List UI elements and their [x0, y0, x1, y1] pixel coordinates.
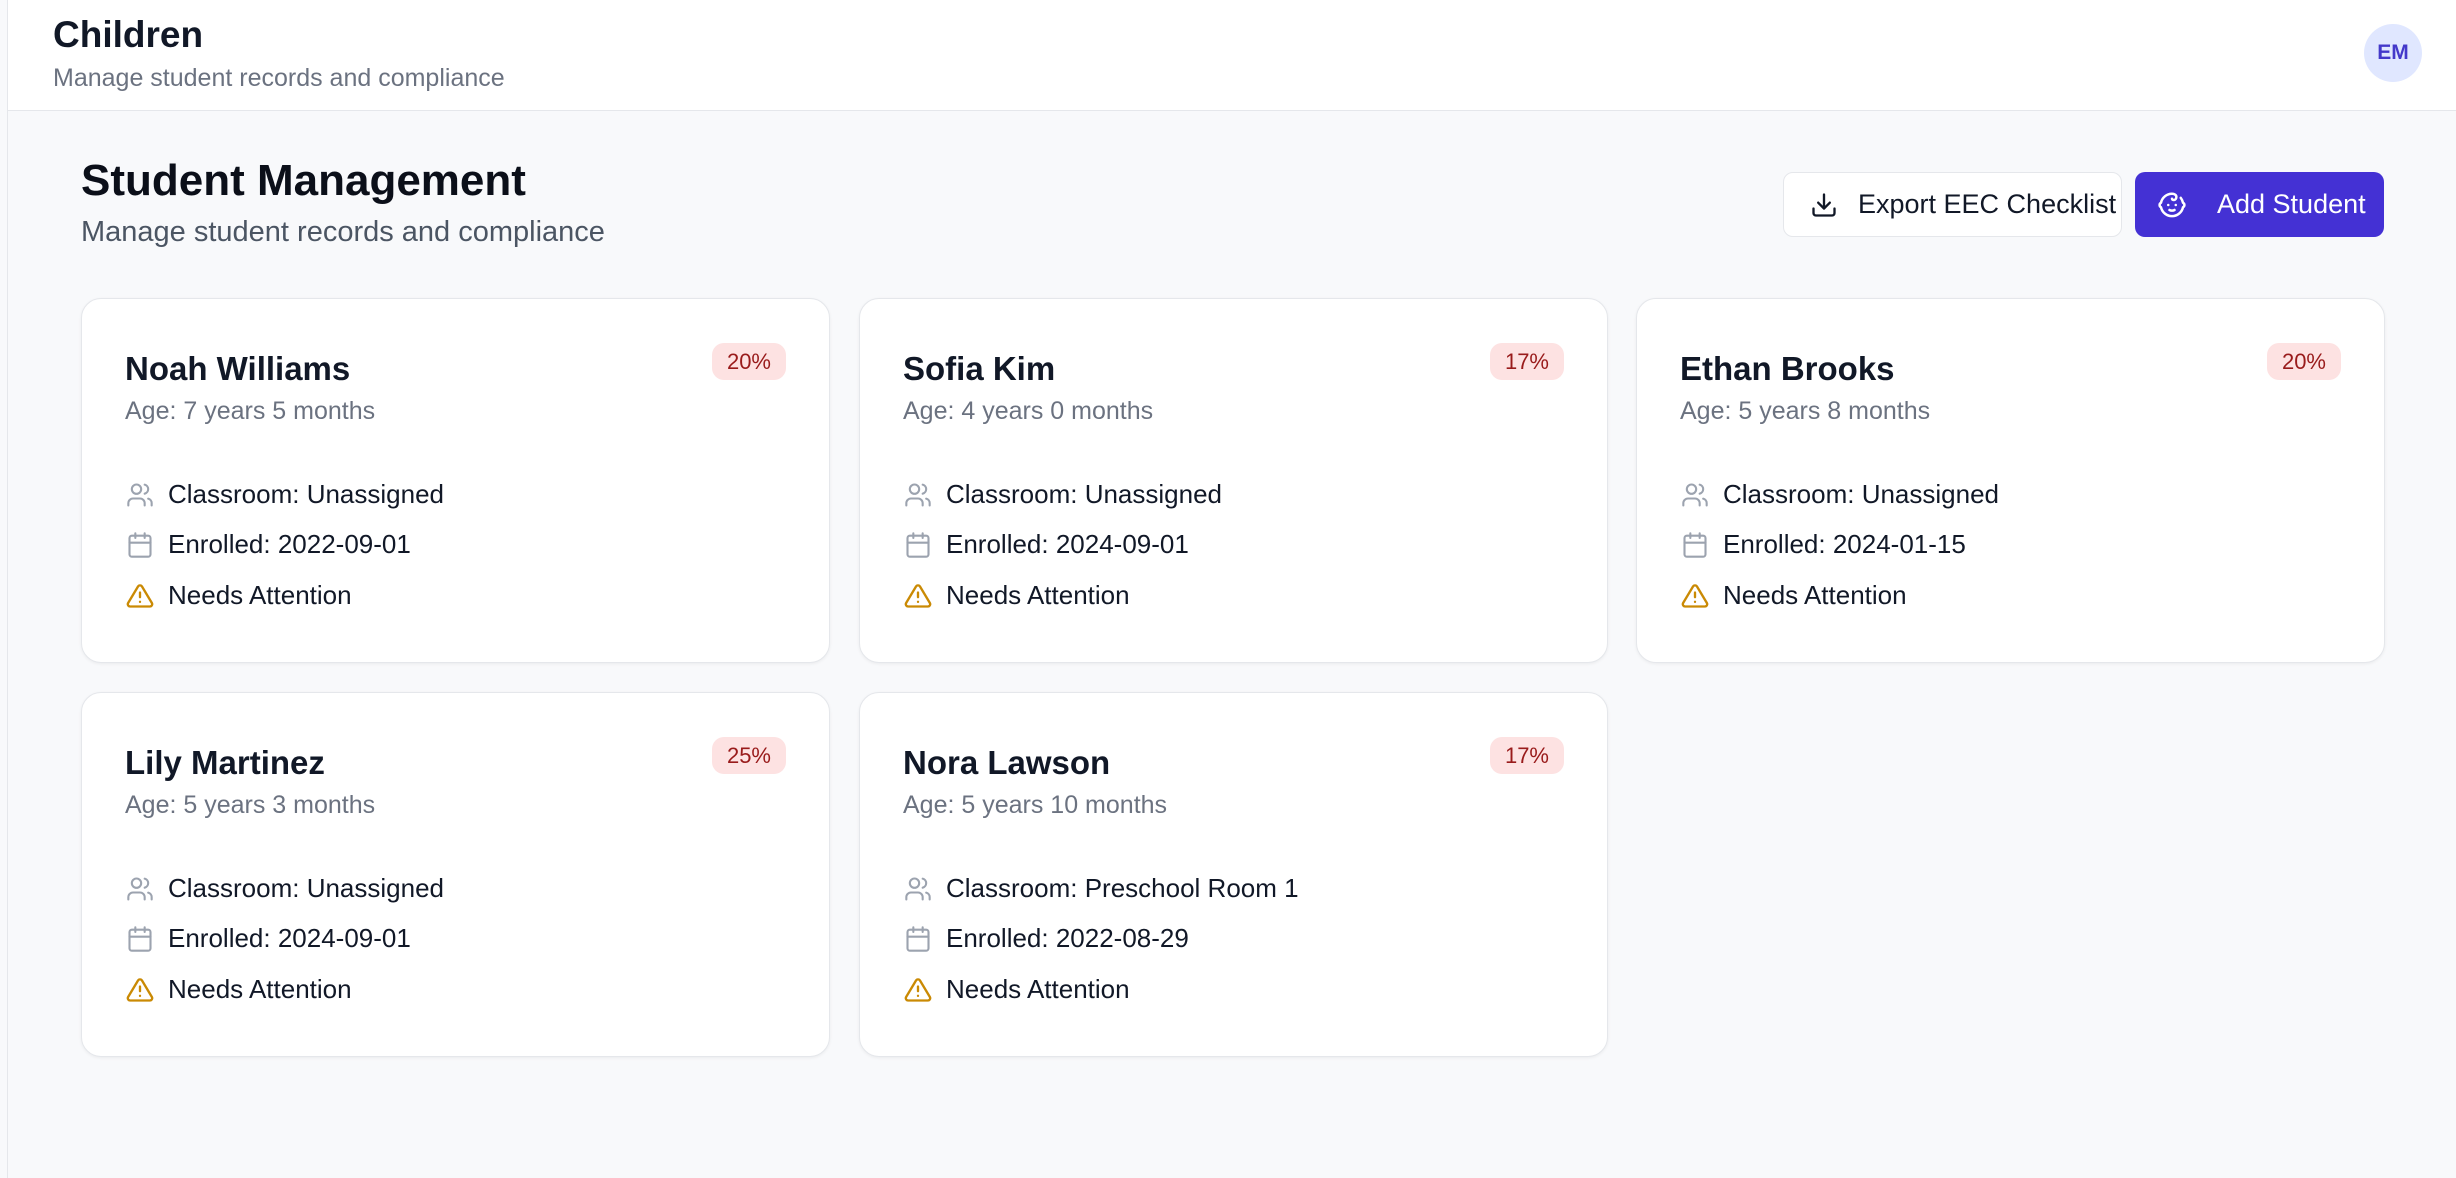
header-subtitle: Manage student records and compliance	[53, 64, 505, 92]
add-student-label: Add Student	[2217, 189, 2366, 219]
enrolled-text: Enrolled: 2022-08-29	[946, 923, 1189, 953]
calendar-icon	[125, 530, 155, 560]
student-name: Lily Martinez	[125, 744, 325, 781]
export-eec-checklist-button[interactable]: Export EEC Checklist	[1783, 172, 2122, 237]
enrolled-row: Enrolled: 2022-09-01	[125, 529, 411, 560]
student-card[interactable]: Ethan Brooks Age: 5 years 8 months 20% C…	[1636, 298, 2385, 663]
enrolled-text: Enrolled: 2024-01-15	[1723, 529, 1966, 559]
status-row: Needs Attention	[125, 974, 352, 1005]
warning-icon	[903, 581, 933, 611]
users-icon	[1680, 480, 1710, 510]
status-text: Needs Attention	[168, 974, 352, 1004]
warning-icon	[1680, 581, 1710, 611]
student-age: Age: 7 years 5 months	[125, 397, 376, 425]
add-student-button[interactable]: Add Student	[2135, 172, 2384, 237]
header-title: Children	[53, 14, 204, 55]
student-name: Ethan Brooks	[1680, 350, 1895, 387]
enrolled-text: Enrolled: 2024-09-01	[168, 923, 411, 953]
student-card[interactable]: Noah Williams Age: 7 years 5 months 20% …	[81, 298, 830, 663]
student-age: Age: 4 years 0 months	[903, 397, 1154, 425]
student-card[interactable]: Sofia Kim Age: 4 years 0 months 17% Clas…	[859, 298, 1608, 663]
status-text: Needs Attention	[1723, 580, 1907, 610]
classroom-text: Classroom: Unassigned	[168, 873, 445, 903]
student-age: Age: 5 years 10 months	[903, 791, 1168, 819]
classroom-row: Classroom: Preschool Room 1	[903, 873, 1299, 904]
enrolled-row: Enrolled: 2022-08-29	[903, 923, 1189, 954]
status-row: Needs Attention	[903, 974, 1130, 1005]
student-card[interactable]: Lily Martinez Age: 5 years 3 months 25% …	[81, 692, 830, 1057]
top-header: Children Manage student records and comp…	[8, 0, 2456, 111]
student-name: Noah Williams	[125, 350, 351, 387]
status-row: Needs Attention	[903, 580, 1130, 611]
classroom-text: Classroom: Unassigned	[946, 479, 1223, 509]
calendar-icon	[903, 530, 933, 560]
enrolled-row: Enrolled: 2024-01-15	[1680, 529, 1966, 560]
status-text: Needs Attention	[168, 580, 352, 610]
compliance-badge: 20%	[2266, 343, 2341, 380]
calendar-icon	[903, 924, 933, 954]
compliance-badge: 20%	[711, 343, 786, 380]
classroom-text: Classroom: Unassigned	[1723, 479, 2000, 509]
classroom-row: Classroom: Unassigned	[1680, 479, 1999, 510]
status-text: Needs Attention	[946, 580, 1130, 610]
page-subtitle: Manage student records and compliance	[81, 216, 605, 248]
warning-icon	[125, 975, 155, 1005]
warning-icon	[125, 581, 155, 611]
classroom-text: Classroom: Preschool Room 1	[946, 873, 1299, 903]
compliance-badge: 25%	[711, 737, 786, 774]
download-icon	[1810, 191, 1838, 219]
calendar-icon	[125, 924, 155, 954]
calendar-icon	[1680, 530, 1710, 560]
baby-icon	[2157, 190, 2187, 220]
enrolled-row: Enrolled: 2024-09-01	[125, 923, 411, 954]
status-row: Needs Attention	[1680, 580, 1907, 611]
enrolled-text: Enrolled: 2022-09-01	[168, 529, 411, 559]
enrolled-text: Enrolled: 2024-09-01	[946, 529, 1189, 559]
student-age: Age: 5 years 8 months	[1680, 397, 1931, 425]
student-name: Nora Lawson	[903, 744, 1111, 781]
compliance-badge: 17%	[1489, 343, 1564, 380]
page-title: Student Management	[81, 156, 526, 205]
warning-icon	[903, 975, 933, 1005]
classroom-row: Classroom: Unassigned	[125, 873, 444, 904]
classroom-text: Classroom: Unassigned	[168, 479, 445, 509]
classroom-row: Classroom: Unassigned	[903, 479, 1222, 510]
user-avatar[interactable]: EM	[2364, 24, 2422, 82]
classroom-row: Classroom: Unassigned	[125, 479, 444, 510]
app-root: Children Manage student records and comp…	[7, 0, 2456, 1178]
status-row: Needs Attention	[125, 580, 352, 611]
users-icon	[903, 874, 933, 904]
student-card[interactable]: Nora Lawson Age: 5 years 10 months 17% C…	[859, 692, 1608, 1057]
users-icon	[903, 480, 933, 510]
compliance-badge: 17%	[1489, 737, 1564, 774]
users-icon	[125, 480, 155, 510]
student-age: Age: 5 years 3 months	[125, 791, 376, 819]
users-icon	[125, 874, 155, 904]
student-name: Sofia Kim	[903, 350, 1056, 387]
export-button-label: Export EEC Checklist	[1858, 189, 2117, 219]
enrolled-row: Enrolled: 2024-09-01	[903, 529, 1189, 560]
status-text: Needs Attention	[946, 974, 1130, 1004]
